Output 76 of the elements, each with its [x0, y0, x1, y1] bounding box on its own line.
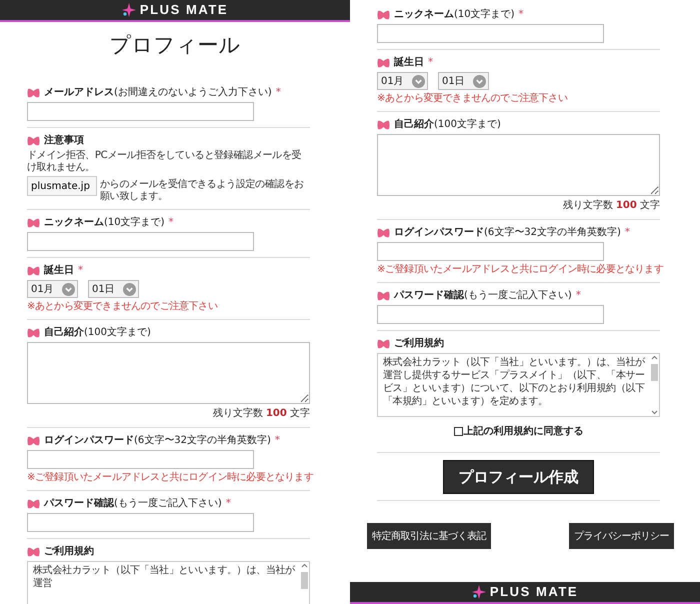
required-mark: *	[276, 87, 281, 99]
notice-text: ドメイン拒否、PCメール拒否をしていると登録確認メールを受け取れません。	[27, 150, 302, 174]
required-mark: *	[168, 217, 174, 229]
bow-icon	[377, 291, 390, 301]
text-input[interactable]	[27, 450, 254, 469]
text-input[interactable]	[377, 305, 604, 324]
field-label: 誕生日	[394, 57, 424, 69]
text-input[interactable]	[27, 232, 254, 251]
bow-icon	[377, 228, 390, 238]
page-title: プロフィール	[108, 32, 242, 58]
bow-icon	[27, 88, 40, 98]
terms-text: 株式会社カラット（以下「当社」といいます。）は、当社が運営	[32, 564, 296, 591]
bow-icon	[27, 499, 40, 509]
agree-label: 上記の利用規約に同意する	[464, 424, 584, 439]
dropdown-select[interactable]: 01月	[27, 280, 78, 298]
bow-icon	[377, 58, 390, 68]
create-profile-button[interactable]: プロフィール作成	[443, 460, 594, 494]
footer-link-button[interactable]: 特定商取引法に基づく表記	[367, 523, 491, 549]
field-label: ご利用規約	[44, 546, 94, 558]
bow-icon	[27, 547, 40, 557]
bow-icon	[377, 10, 390, 20]
bow-icon	[27, 136, 40, 146]
warning-note: ※あとから変更できませんのでご注意下さい	[27, 300, 218, 313]
required-mark: *	[518, 9, 524, 21]
required-mark: *	[624, 227, 630, 239]
notice-text: からのメールを受信できるよう設定の確認をお願い致します。	[100, 178, 305, 203]
terms-text: 株式会社カラット（以下「当社」といいます。）は、当社が運営し提供するサービス「プラスメイト」（以下、「本サービス」といいます）について、以下のとおり利用規約（以下「本規約」といいます）を定めます。	[382, 356, 646, 409]
agree-checkbox[interactable]	[454, 427, 462, 436]
dropdown-select[interactable]: 01月	[377, 72, 428, 90]
required-mark: *	[576, 290, 581, 302]
bow-icon	[377, 120, 390, 130]
field-label: 注意事項	[44, 135, 84, 147]
required-mark: *	[428, 57, 433, 69]
domain-field[interactable]: plusmate.jp	[27, 176, 97, 196]
field-label: 自己紹介(100文字まで)	[394, 119, 501, 131]
sparkle-star-icon	[472, 585, 486, 599]
bow-icon	[27, 266, 40, 276]
field-label: 自己紹介(100文字まで)	[44, 327, 151, 339]
warning-note: ※あとから変更できませんのでご注意下さい	[377, 92, 568, 105]
required-mark: *	[274, 435, 280, 447]
text-input[interactable]	[27, 102, 254, 121]
bow-icon	[27, 328, 40, 338]
bow-icon	[27, 218, 40, 228]
text-area[interactable]	[27, 342, 310, 404]
field-label: 誕生日	[44, 265, 74, 277]
field-label: ニックネーム(10文字まで)	[394, 9, 515, 21]
character-counter: 残り文字数 100 文字	[212, 406, 310, 421]
chevron-down-icon	[473, 74, 486, 88]
field-label: メールアドレス(お間違えのないようご入力下さい)	[44, 87, 272, 99]
bow-icon	[377, 339, 390, 349]
chevron-down-icon	[412, 74, 425, 88]
field-label: パスワード確認(もう一度ご記入下さい)	[394, 290, 572, 302]
character-counter: 残り文字数 100 文字	[562, 198, 660, 213]
terms-box[interactable]: 株式会社カラット（以下「当社」といいます。）は、当社が運営	[27, 561, 310, 604]
chevron-down-icon	[123, 282, 136, 296]
field-label: ログインパスワード(6文字〜32文字の半角英数字)	[44, 435, 271, 447]
terms-box[interactable]: 株式会社カラット（以下「当社」といいます。）は、当社が運営し提供するサービス「プラスメイト」（以下、「本サービス」といいます）について、以下のとおり利用規約（以下「本規約」といいます）を定めます。	[377, 353, 660, 417]
field-label: ニックネーム(10文字まで)	[44, 217, 165, 229]
logo-text: PLUS MATE	[140, 1, 228, 20]
text-input[interactable]	[27, 513, 254, 532]
footer-link-button[interactable]: プライバシーポリシー	[569, 523, 674, 549]
field-label: ログインパスワード(6文字〜32文字の半角英数字)	[394, 227, 621, 239]
chevron-down-icon	[62, 282, 75, 296]
sparkle-star-icon	[122, 3, 136, 17]
required-mark: *	[226, 498, 231, 510]
bow-icon	[27, 436, 40, 446]
field-label: パスワード確認(もう一度ご記入下さい)	[44, 498, 222, 510]
dropdown-select[interactable]: 01日	[88, 280, 139, 298]
scrollbar-drawing[interactable]	[650, 354, 659, 416]
required-mark: *	[78, 265, 83, 277]
text-input[interactable]	[377, 24, 604, 43]
field-label: ご利用規約	[394, 338, 444, 350]
text-area[interactable]	[377, 134, 660, 196]
logo-text: PLUS MATE	[490, 583, 578, 602]
text-input[interactable]	[377, 242, 604, 261]
dropdown-select[interactable]: 01日	[438, 72, 489, 90]
